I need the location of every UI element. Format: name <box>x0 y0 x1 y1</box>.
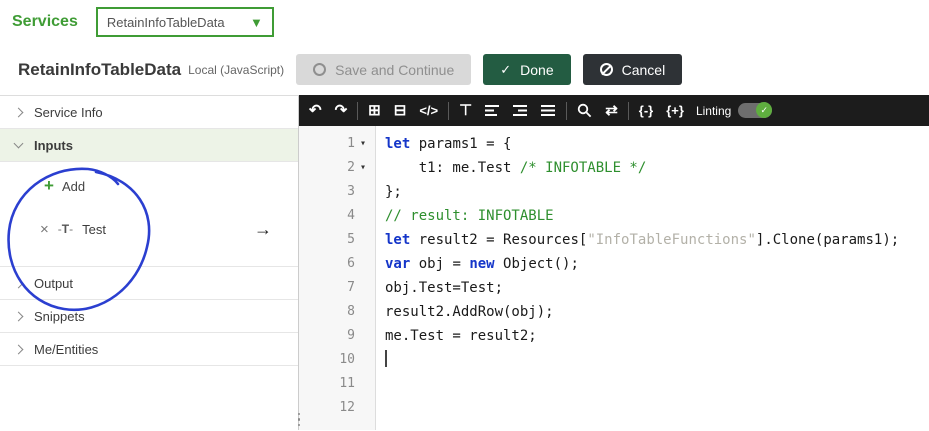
sidebar-section-output[interactable]: Output <box>0 267 298 300</box>
section-label: Me/Entities <box>34 341 99 357</box>
search-icon[interactable] <box>577 103 592 118</box>
service-dropdown-value: RetainInfoTableData <box>106 14 225 30</box>
cancel-circle-icon <box>599 63 613 76</box>
input-parameter-row: × T Test → <box>0 206 298 252</box>
fold-arrow-icon[interactable]: ▾ <box>355 132 371 156</box>
section-label: Snippets <box>34 308 85 324</box>
code-line[interactable]: let params1 = { <box>385 132 929 156</box>
code-line[interactable] <box>385 348 929 372</box>
sidebar-section-service-info[interactable]: Service Info <box>0 96 298 129</box>
code-line[interactable]: me.Test = result2; <box>385 324 929 348</box>
chevron-right-icon <box>13 278 24 288</box>
line-number[interactable]: 3 <box>299 180 375 204</box>
line-number[interactable]: 6 <box>299 252 375 276</box>
parameter-name[interactable]: Test <box>82 222 106 237</box>
add-comment-icon[interactable]: ⊞ <box>368 103 381 118</box>
add-label: Add <box>61 178 86 194</box>
radio-circle-icon <box>313 63 327 76</box>
infotable-type-icon: T <box>58 222 73 236</box>
editor-toolbar: ↶ ↷ ⊞ ⊟ </> ⊤ ⇄ {-} {+} Linting ✓ <box>299 95 929 126</box>
section-label: Service Info <box>34 104 103 120</box>
line-number[interactable]: 11 <box>299 372 375 396</box>
add-input-button[interactable]: + Add <box>0 172 298 200</box>
line-number[interactable]: 1 ▾ <box>299 132 375 156</box>
code-line[interactable] <box>385 372 929 396</box>
line-number[interactable]: 9 <box>299 324 375 348</box>
arrow-right-icon[interactable]: → <box>254 219 272 240</box>
code-area: 1 ▾ 2 ▾ 3 4 5 6 7 8 9 10 11 12 let params1 = { t1: me… <box>299 126 929 430</box>
plus-icon: + <box>44 176 54 195</box>
code-line[interactable]: let result2 = Resources["InfoTableFuncti… <box>385 228 929 252</box>
code-line[interactable] <box>385 396 929 420</box>
remove-parameter-icon[interactable]: × <box>40 221 49 238</box>
format-code-icon[interactable]: ⊤ <box>459 103 472 118</box>
code-line[interactable]: // result: INFOTABLE <box>385 204 929 228</box>
done-button[interactable]: ✓ Done <box>483 54 571 85</box>
linting-toggle[interactable]: ✓ <box>738 102 773 118</box>
chevron-right-icon <box>13 107 24 117</box>
sidebar-section-me-entities[interactable]: Me/Entities <box>0 333 298 366</box>
fold-all-icon[interactable]: {-} <box>639 104 653 117</box>
line-number[interactable]: 7 <box>299 276 375 300</box>
code-line[interactable]: result2.AddRow(obj); <box>385 300 929 324</box>
section-label: Output <box>34 275 74 291</box>
code-line[interactable]: t1: me.Test /* INFOTABLE */ <box>385 156 929 180</box>
services-bar: Services RetainInfoTableData ▼ <box>12 7 274 37</box>
chevron-right-icon <box>13 344 24 354</box>
toggle-knob: ✓ <box>756 102 773 118</box>
page-title: RetainInfoTableData <box>18 59 182 79</box>
service-sidebar: Service Info Inputs + Add × T Test → Out… <box>0 95 300 430</box>
save-button-label: Save and Continue <box>335 61 455 78</box>
code-lines[interactable]: let params1 = { t1: me.Test /* INFOTABLE… <box>376 126 929 430</box>
code-line[interactable]: }; <box>385 180 929 204</box>
replace-icon[interactable]: ⇄ <box>605 103 618 118</box>
sidebar-section-inputs[interactable]: Inputs <box>0 129 298 162</box>
text-cursor <box>385 350 387 367</box>
service-dropdown[interactable]: RetainInfoTableData ▼ <box>95 7 274 37</box>
fold-arrow-icon[interactable]: ▾ <box>355 156 371 180</box>
line-number[interactable]: 2 ▾ <box>299 156 375 180</box>
chevron-down-icon: ▼ <box>249 14 263 30</box>
chevron-down-icon <box>13 138 24 149</box>
line-number[interactable]: 10 <box>299 348 375 372</box>
line-number[interactable]: 5 <box>299 228 375 252</box>
inputs-panel: + Add × T Test → <box>0 162 298 267</box>
justify-lines-icon[interactable] <box>541 104 556 117</box>
sidebar-section-snippets[interactable]: Snippets <box>0 300 298 333</box>
code-line[interactable]: obj.Test=Test; <box>385 276 929 300</box>
chevron-right-icon <box>13 311 24 321</box>
page-subtitle: Local (JavaScript) <box>188 62 285 77</box>
remove-comment-icon[interactable]: ⊟ <box>394 103 407 118</box>
line-number[interactable]: 8 <box>299 300 375 324</box>
pane-resize-handle[interactable] <box>297 412 300 426</box>
title-bar: RetainInfoTableData Local (JavaScript) S… <box>18 54 929 85</box>
section-label: Inputs <box>34 137 73 153</box>
check-icon: ✓ <box>500 61 512 77</box>
line-number-gutter: 1 ▾ 2 ▾ 3 4 5 6 7 8 9 10 11 12 <box>299 126 376 430</box>
linting-label: Linting <box>695 103 732 118</box>
line-number[interactable]: 4 <box>299 204 375 228</box>
done-button-label: Done <box>520 61 554 78</box>
cancel-button-label: Cancel <box>621 61 666 78</box>
line-number[interactable]: 12 <box>299 396 375 420</box>
services-label: Services <box>12 13 78 30</box>
redo-icon[interactable]: ↷ <box>335 103 348 118</box>
code-line[interactable]: var obj = new Object(); <box>385 252 929 276</box>
unfold-all-icon[interactable]: {+} <box>666 104 684 117</box>
code-snippet-icon[interactable]: </> <box>419 104 438 117</box>
align-left-icon[interactable] <box>485 104 500 117</box>
code-editor: ↶ ↷ ⊞ ⊟ </> ⊤ ⇄ {-} {+} Linting ✓ 1 ▾ 2 … <box>299 95 929 430</box>
save-and-continue-button[interactable]: Save and Continue <box>296 54 472 85</box>
undo-icon[interactable]: ↶ <box>309 103 322 118</box>
cancel-button[interactable]: Cancel <box>582 54 683 85</box>
indent-icon[interactable] <box>513 104 528 117</box>
